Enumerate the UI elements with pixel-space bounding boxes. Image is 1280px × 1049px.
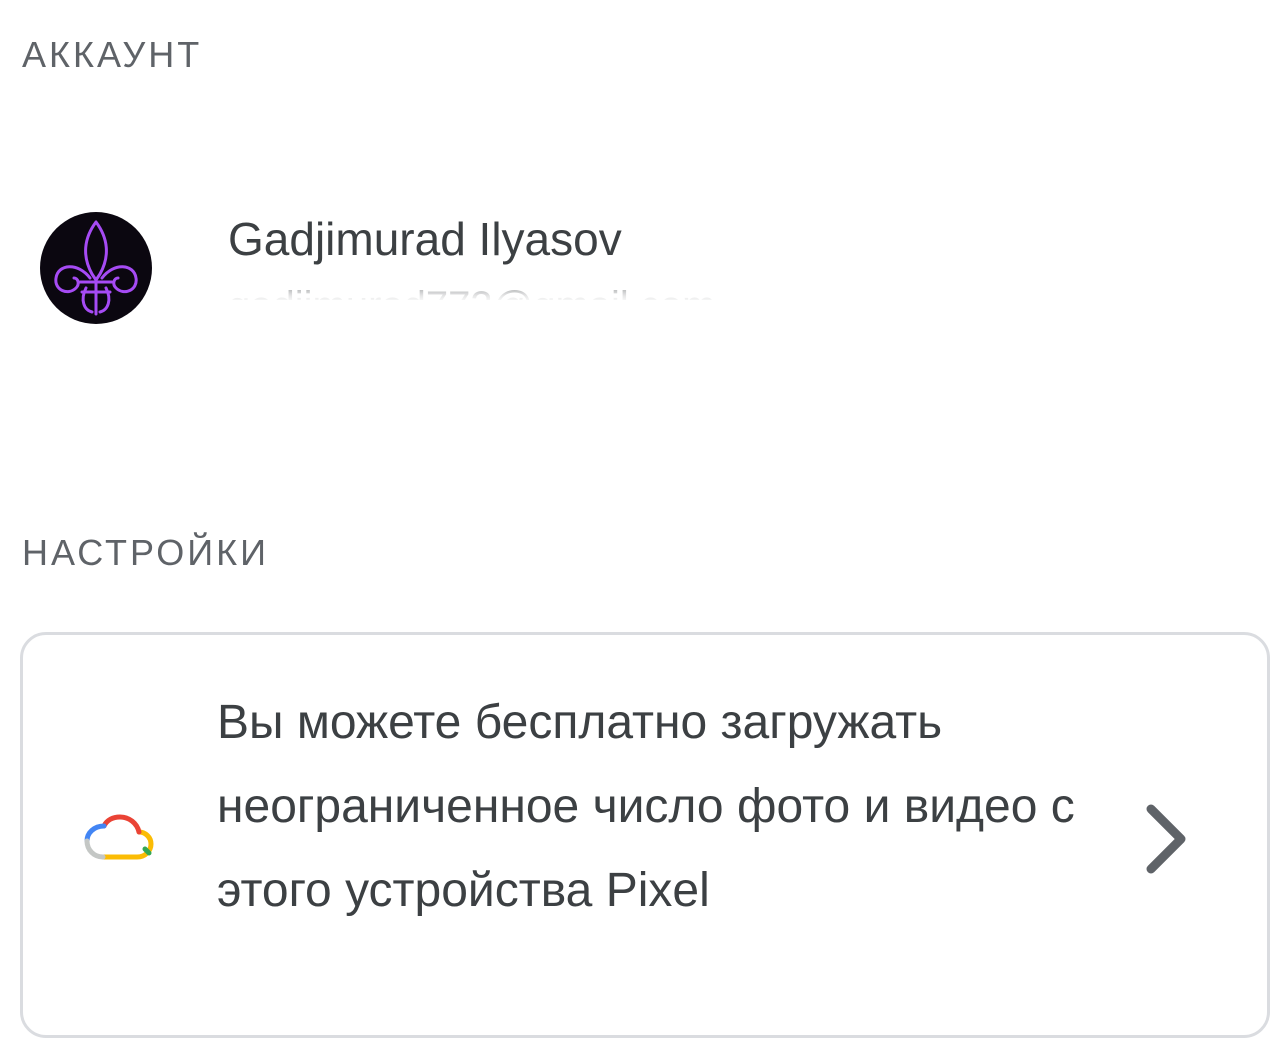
avatar[interactable] <box>40 212 152 324</box>
settings-section-header: НАСТРОЙКИ <box>22 532 269 573</box>
backup-card-text: Вы можете бесплатно загружать неограниче… <box>217 696 1075 917</box>
account-name: Gadjimurad Ilyasov <box>228 213 622 265</box>
google-cloud-icon <box>84 814 154 860</box>
account-row[interactable]: Gadjimurad Ilyasov gadjimurad773@gmail.c… <box>0 180 1280 400</box>
account-section-header: АККАУНТ <box>22 34 203 75</box>
unlimited-backup-card[interactable]: Вы можете бесплатно загружать неограниче… <box>20 632 1270 1038</box>
email-redaction <box>170 300 870 362</box>
chevron-right-icon[interactable] <box>1141 801 1193 877</box>
fleur-de-lis-icon <box>54 220 138 316</box>
